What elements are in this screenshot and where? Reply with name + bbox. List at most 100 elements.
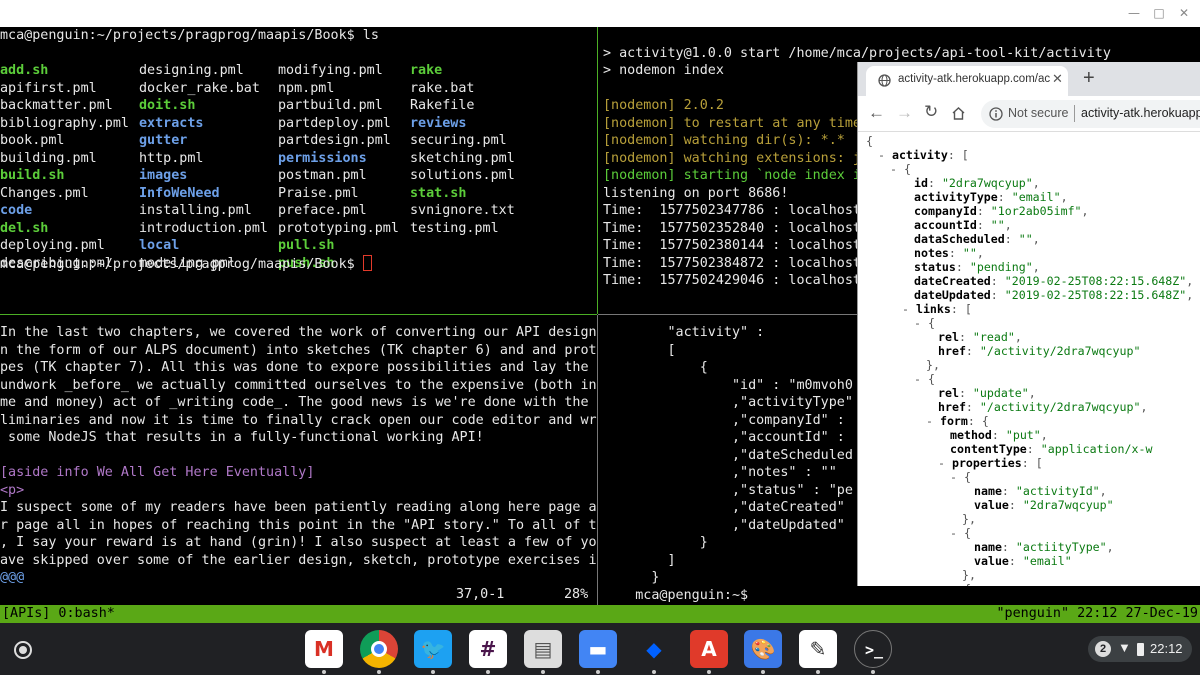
json-line: - activity: [: [878, 148, 969, 162]
files-app-icon[interactable]: ▬: [579, 630, 617, 668]
vertical-pane-divider-bottom[interactable]: [597, 315, 598, 605]
json-line: dateUpdated: "2019-02-25T08:22:15.648Z",: [914, 288, 1193, 302]
json-colon: :: [965, 400, 980, 414]
json-key: properties: [951, 456, 1022, 470]
vim-scroll-percent: 28%: [564, 587, 589, 602]
json-value: "pending": [969, 260, 1033, 274]
ls-entry: add.sh: [0, 63, 49, 78]
gmail-app-icon[interactable]: M: [305, 630, 343, 668]
new-tab-button[interactable]: +: [1083, 67, 1095, 90]
info-icon[interactable]: [989, 107, 1003, 121]
json-colon: :: [955, 260, 970, 274]
ls-entry: prototyping.pml: [278, 220, 399, 236]
json-punct: ,: [1186, 274, 1194, 288]
terminal-line: I suspect some of my readers have been p…: [0, 500, 597, 515]
json-value: "": [990, 218, 1005, 232]
json-line: accountId: "",: [914, 218, 1012, 232]
ls-entry: Rakefile: [410, 98, 475, 113]
ls-entry: modifying.pml: [278, 63, 383, 78]
launcher-button[interactable]: [14, 641, 32, 659]
json-line: contentType: "application/x-w: [950, 442, 1152, 456]
terminal-line: <p>: [0, 482, 25, 498]
twitter-app-icon[interactable]: 🐦: [414, 630, 452, 668]
json-key: companyId: [914, 204, 977, 218]
json-punct: ,: [1060, 190, 1068, 204]
ls-entry: del.sh: [0, 220, 49, 236]
gmail-glyph: M: [314, 637, 334, 661]
horizontal-pane-divider-left[interactable]: [0, 314, 597, 315]
terminal-line: ave skipped over some of the earlier des…: [0, 552, 597, 568]
maximize-icon[interactable]: □: [1151, 5, 1167, 21]
dropbox-app-icon[interactable]: ◆: [635, 630, 673, 668]
json-value: "": [962, 246, 977, 260]
terminal-line: , I say your reward is at hand (grin)! I…: [0, 535, 597, 550]
json-punct: },: [962, 568, 976, 582]
json-value: "1or2ab05imf": [990, 204, 1082, 218]
json-line: - {: [950, 582, 971, 586]
json-value: "update": [972, 386, 1029, 400]
running-indicator: [541, 670, 545, 674]
pane-top-left[interactable]: mca@penguin:~/projects/pragprog/maapis/B…: [0, 27, 597, 314]
json-line: },: [962, 512, 976, 526]
chrome-app-icon[interactable]: [360, 630, 398, 668]
json-colon: :: [927, 176, 942, 190]
slack-app-icon[interactable]: #: [469, 630, 507, 668]
reload-icon[interactable]: ↻: [924, 102, 938, 122]
json-key: name: [974, 540, 1002, 554]
browser-tab[interactable]: activity-atk.herokuapp.com/activ ✕: [866, 66, 1068, 96]
json-line: - {: [914, 316, 935, 330]
terminal-line: liminaries and now it is time to finally…: [0, 412, 597, 428]
canvas-app-icon[interactable]: 🎨: [744, 630, 782, 668]
running-indicator: [377, 670, 381, 674]
forward-icon[interactable]: →: [896, 103, 913, 123]
json-key: contentType: [950, 442, 1027, 456]
json-colon: :: [1004, 232, 1019, 246]
vertical-pane-divider-top[interactable]: [597, 27, 598, 314]
json-line: rel: "update",: [938, 386, 1036, 400]
tmux-host-clock: "penguin" 22:12 27-Dec-19: [996, 606, 1198, 621]
ls-entry: build.sh: [0, 168, 65, 183]
ls-entry: images: [139, 168, 188, 183]
tmux-session-window: [APIs] 0:bash*: [2, 606, 115, 621]
tmux-status-bar: [APIs] 0:bash* "penguin" 22:12 27-Dec-19: [0, 605, 1200, 623]
json-punct: },: [926, 358, 940, 372]
text-app-icon[interactable]: ✎: [799, 630, 837, 668]
json-punct: ,: [1004, 218, 1012, 232]
back-icon[interactable]: ←: [868, 103, 885, 123]
terminal-line: n the form of our ALPS document) into sk…: [0, 342, 597, 358]
json-line: - links: [: [902, 302, 972, 316]
pane-bottom-left[interactable]: In the last two chapters, we covered the…: [0, 324, 597, 587]
minimize-icon[interactable]: —: [1126, 5, 1142, 21]
address-bar[interactable]: Not secure activity-atk.herokuapp.: [981, 100, 1200, 128]
json-punct: - {: [950, 582, 971, 586]
ls-entry: local: [139, 238, 180, 253]
ls-entry: svnignore.txt: [410, 203, 515, 218]
json-viewer[interactable]: {- activity: [- {id: "2dra7wqcyup", activ…: [858, 132, 1200, 586]
notification-count[interactable]: 2: [1095, 641, 1111, 657]
globe-icon: [878, 74, 891, 87]
json-line: },: [926, 358, 940, 372]
browser-window[interactable]: activity-atk.herokuapp.com/activ ✕ + ← →…: [857, 62, 1200, 586]
close-icon[interactable]: ✕: [1176, 5, 1192, 21]
json-colon: :: [1026, 442, 1041, 456]
json-punct: - {: [950, 470, 971, 484]
json-key: dateCreated: [914, 274, 991, 288]
acrobat-app-icon[interactable]: A: [690, 630, 728, 668]
tab-close-icon[interactable]: ✕: [1052, 71, 1063, 87]
terminal-glyph: >_: [864, 641, 884, 659]
home-icon[interactable]: [951, 106, 966, 121]
ls-entry: designing.pml: [139, 63, 244, 78]
terminal-line: In the last two chapters, we covered the…: [0, 325, 597, 340]
running-indicator: [596, 670, 600, 674]
ls-entry: permissions: [278, 150, 367, 166]
terminal-app-icon[interactable]: >_: [854, 630, 892, 668]
status-tray[interactable]: 2 ▼ 22:12: [1088, 636, 1192, 662]
json-line: - {: [914, 372, 935, 386]
ls-entry: rake: [410, 63, 443, 78]
running-indicator: [816, 670, 820, 674]
news-app-icon[interactable]: ▤: [524, 630, 562, 668]
json-colon: :: [1001, 540, 1016, 554]
url-text: activity-atk.herokuapp.: [1081, 106, 1200, 120]
json-punct: - {: [914, 372, 935, 386]
